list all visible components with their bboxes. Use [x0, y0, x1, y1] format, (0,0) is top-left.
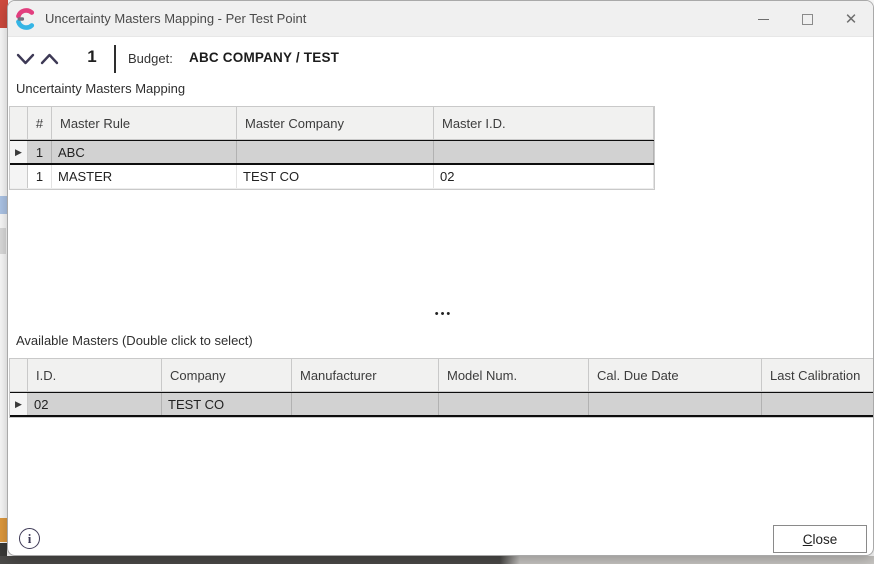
close-button-label: Close: [803, 532, 838, 547]
info-icon[interactable]: i: [19, 528, 40, 549]
row-selector: ▶: [10, 141, 28, 163]
splitter-handle[interactable]: •••: [8, 307, 873, 321]
maximize-icon[interactable]: [785, 1, 829, 37]
row-selector-header: [10, 107, 28, 139]
column-header[interactable]: Master Rule: [52, 107, 237, 139]
row-selector: ▶: [10, 393, 28, 415]
budget-value: ABC COMPANY / TEST: [189, 50, 339, 65]
splitter-grip-icon: •••: [435, 312, 453, 316]
window-controls: ✕: [741, 1, 873, 37]
titlebar[interactable]: Uncertainty Masters Mapping - Per Test P…: [8, 1, 873, 37]
background-window-bottom-edge: [0, 556, 874, 564]
available-masters-table[interactable]: I.D. Company Manufacturer Model Num. Cal…: [9, 358, 874, 418]
table-cell[interactable]: [237, 141, 434, 163]
table-row[interactable]: ▶ 02 TEST CO: [10, 392, 874, 417]
budget-label: Budget:: [128, 51, 173, 66]
column-header[interactable]: Company: [162, 359, 292, 391]
column-header[interactable]: Cal. Due Date: [589, 359, 762, 391]
record-number: 1: [80, 47, 104, 67]
mapping-table-header: # Master Rule Master Company Master I.D.: [10, 107, 654, 140]
table-row[interactable]: ▶ 1 ABC: [10, 140, 654, 165]
mapping-table[interactable]: # Master Rule Master Company Master I.D.…: [9, 106, 655, 190]
column-header[interactable]: Model Num.: [439, 359, 589, 391]
column-header[interactable]: Last Calibration: [762, 359, 874, 391]
table-cell[interactable]: TEST CO: [237, 165, 434, 188]
background-fragment: [0, 196, 7, 214]
table-cell[interactable]: [434, 141, 654, 163]
close-button[interactable]: Close: [773, 525, 867, 553]
available-table-header: I.D. Company Manufacturer Model Num. Cal…: [10, 359, 874, 392]
chevron-down-icon[interactable]: [16, 51, 35, 67]
column-header[interactable]: Manufacturer: [292, 359, 439, 391]
background-fragment: [0, 228, 6, 254]
row-indicator-icon: ▶: [15, 148, 22, 157]
table-cell[interactable]: [589, 393, 762, 415]
column-header[interactable]: I.D.: [28, 359, 162, 391]
table-cell[interactable]: 02: [28, 393, 162, 415]
table-cell[interactable]: ABC: [52, 141, 237, 163]
minimize-icon[interactable]: [741, 1, 785, 37]
row-selector: [10, 165, 28, 188]
table-cell[interactable]: 02: [434, 165, 654, 188]
window-title: Uncertainty Masters Mapping - Per Test P…: [45, 11, 306, 26]
row-indicator-icon: ▶: [15, 400, 22, 409]
row-selector-header: [10, 359, 28, 391]
chevron-up-icon[interactable]: [40, 51, 59, 67]
column-header[interactable]: #: [28, 107, 52, 139]
available-section-title: Available Masters (Double click to selec…: [16, 333, 253, 348]
background-fragment: [0, 543, 7, 556]
column-header[interactable]: Master Company: [237, 107, 434, 139]
record-navigator: 1 Budget: ABC COMPANY / TEST: [8, 45, 873, 75]
table-cell[interactable]: [439, 393, 589, 415]
table-cell[interactable]: MASTER: [52, 165, 237, 188]
background-fragment: [0, 518, 7, 542]
table-cell[interactable]: 1: [28, 165, 52, 188]
column-header[interactable]: Master I.D.: [434, 107, 654, 139]
close-icon[interactable]: ✕: [829, 1, 873, 37]
table-row[interactable]: 1 MASTER TEST CO 02: [10, 165, 654, 189]
table-cell[interactable]: TEST CO: [162, 393, 292, 415]
mapping-section-title: Uncertainty Masters Mapping: [16, 81, 185, 96]
divider: [114, 45, 116, 73]
table-cell[interactable]: [292, 393, 439, 415]
app-logo-icon: [15, 8, 37, 30]
table-cell[interactable]: [762, 393, 874, 415]
table-cell[interactable]: 1: [28, 141, 52, 163]
uncertainty-masters-mapping-dialog: Uncertainty Masters Mapping - Per Test P…: [7, 0, 874, 556]
